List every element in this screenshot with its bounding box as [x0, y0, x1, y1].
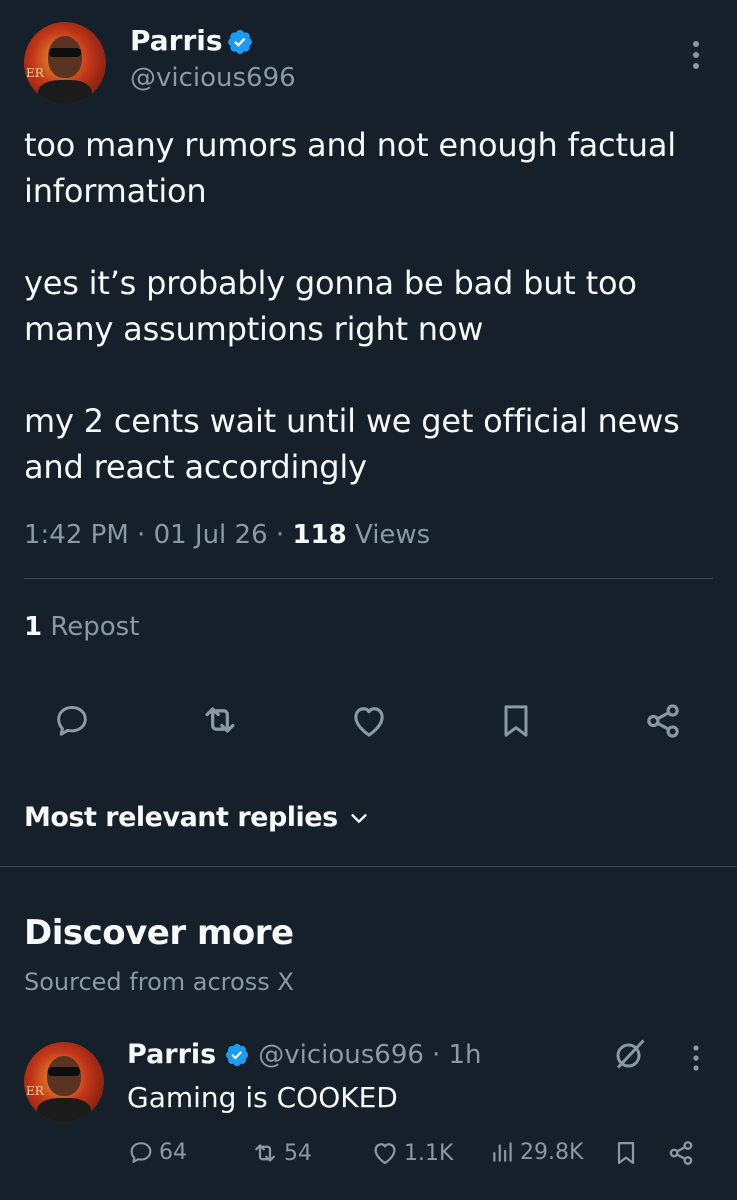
discover-bookmark-button[interactable] [612, 1138, 640, 1168]
tweet-time[interactable]: 1:42 PM [24, 520, 129, 550]
divider [24, 578, 713, 579]
discover-subtitle: Sourced from across X [24, 968, 294, 996]
replies-sort-dropdown[interactable]: Most relevant replies [24, 800, 370, 836]
avatar-logo-text: ER [26, 66, 44, 80]
discover-share-button[interactable] [666, 1138, 696, 1168]
reply-icon [130, 1142, 152, 1163]
discover-more-options-icon[interactable] [690, 1044, 702, 1076]
avatar[interactable]: ER [24, 22, 106, 104]
bookmark-icon [617, 1141, 635, 1165]
retweet-icon [255, 1144, 275, 1162]
discover-author-handle[interactable]: @vicious696 [258, 1038, 424, 1072]
views-count: 118 [292, 520, 347, 550]
discover-tweet-text: Gaming is COOKED [127, 1081, 398, 1114]
discover-reply-button[interactable]: 64 [127, 1138, 187, 1166]
like-button[interactable] [348, 700, 390, 742]
discover-like-count: 1.1K [404, 1140, 454, 1166]
retweet-icon [205, 707, 235, 733]
discover-retweet-button[interactable]: 54 [250, 1138, 312, 1168]
author-name[interactable]: Parris [130, 24, 223, 58]
share-icon [669, 1141, 693, 1165]
tweet-text: too many rumors and not enough factual i… [24, 126, 680, 486]
views-icon [493, 1142, 512, 1162]
share-button[interactable] [642, 700, 684, 742]
discover-views-count: 29.8K [520, 1139, 584, 1165]
replies-sort-label: Most relevant replies [24, 802, 338, 833]
discover-like-button[interactable]: 1.1K [370, 1138, 453, 1168]
discover-avatar[interactable]: ER [24, 1042, 104, 1122]
reply-icon [57, 706, 87, 736]
meta-separator: · [137, 520, 146, 550]
views-label: Views [354, 520, 431, 550]
retweet-button[interactable] [198, 698, 242, 742]
discover-views-button[interactable]: 29.8K [490, 1138, 583, 1166]
share-icon [647, 704, 679, 738]
repost-label: Repost [50, 612, 140, 642]
grok-icon[interactable] [612, 1036, 648, 1076]
repost-count: 1 [24, 612, 43, 642]
chevron-down-icon [351, 814, 367, 823]
like-icon [374, 1143, 396, 1165]
discover-retweet-count: 54 [284, 1140, 312, 1166]
reply-button[interactable] [52, 700, 92, 740]
discover-tweet-header: Parris @vicious696 · 1h [127, 1038, 482, 1072]
discover-time-ago[interactable]: · 1h [432, 1038, 482, 1072]
author-handle[interactable]: @vicious696 [130, 62, 296, 94]
verified-badge-icon [226, 28, 254, 56]
tweet-meta: 1:42 PM · 01 Jul 26 · 118 Views [24, 518, 430, 552]
bookmark-button[interactable] [496, 700, 536, 742]
tweet-date[interactable]: 01 Jul 26 [154, 520, 268, 550]
avatar-logo-text: ER [26, 1084, 44, 1098]
discover-title: Discover more [24, 913, 294, 953]
section-divider [0, 866, 737, 867]
bookmark-icon [504, 705, 528, 737]
discover-author-name[interactable]: Parris [127, 1038, 216, 1072]
like-icon [354, 707, 384, 737]
verified-badge-icon [226, 1043, 249, 1067]
discover-reply-count: 64 [159, 1139, 187, 1165]
more-options-icon[interactable] [690, 40, 702, 74]
repost-stats[interactable]: 1 Repost [24, 610, 139, 644]
meta-separator: · [275, 520, 285, 550]
